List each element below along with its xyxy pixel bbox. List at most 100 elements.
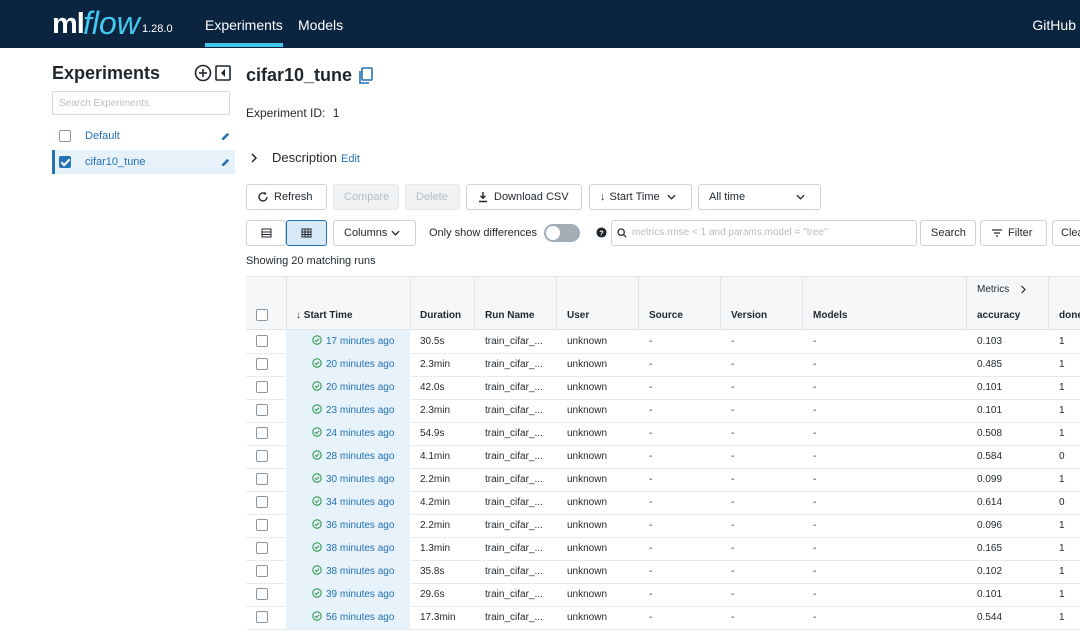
cell-run-name[interactable]: train_cifar_... <box>485 566 543 577</box>
row-checkbox[interactable] <box>256 473 268 485</box>
run-start-time-link[interactable]: 56 minutes ago <box>326 612 394 623</box>
run-start-time-link[interactable]: 30 minutes ago <box>326 474 394 485</box>
pencil-icon[interactable] <box>220 131 231 142</box>
column-divider[interactable] <box>410 277 411 329</box>
column-divider[interactable] <box>720 277 721 329</box>
header-accuracy[interactable]: accuracy <box>977 310 1020 321</box>
cell-run-name[interactable]: train_cifar_... <box>485 497 543 508</box>
sort-select[interactable]: ↓ Start Time <box>589 184 692 210</box>
experiment-checkbox[interactable] <box>59 156 71 168</box>
column-divider[interactable] <box>638 277 639 329</box>
help-icon[interactable]: ? <box>596 227 607 238</box>
search-icon <box>617 228 627 238</box>
row-checkbox[interactable] <box>256 381 268 393</box>
run-start-time-link[interactable]: 38 minutes ago <box>326 566 394 577</box>
table-view-toggle[interactable] <box>286 220 327 246</box>
cell-run-name[interactable]: train_cifar_... <box>485 520 543 531</box>
header-duration[interactable]: Duration <box>420 310 461 321</box>
run-start-time-link[interactable]: 39 minutes ago <box>326 589 394 600</box>
download-icon <box>479 192 487 203</box>
delete-button[interactable]: Delete <box>405 184 460 210</box>
row-checkbox[interactable] <box>256 519 268 531</box>
run-start-time-link[interactable]: 17 minutes ago <box>326 336 394 347</box>
column-divider[interactable] <box>556 277 557 329</box>
header-start-time[interactable]: ↓ Start Time <box>296 310 353 321</box>
cell-run-name[interactable]: train_cifar_... <box>485 612 543 623</box>
time-range-select[interactable]: All time <box>698 184 821 210</box>
row-checkbox[interactable] <box>256 496 268 508</box>
cell-run-name[interactable]: train_cifar_... <box>485 451 543 462</box>
nav-experiments[interactable]: Experiments <box>205 17 283 47</box>
status-success-icon <box>312 565 322 578</box>
clear-button[interactable]: Clea <box>1052 220 1080 246</box>
row-checkbox[interactable] <box>256 335 268 347</box>
cell-run-name[interactable]: train_cifar_... <box>485 405 543 416</box>
sidebar-item-cifar10-tune[interactable]: cifar10_tune <box>52 150 235 174</box>
row-checkbox[interactable] <box>256 565 268 577</box>
run-start-time-link[interactable]: 24 minutes ago <box>326 428 394 439</box>
only-differences-toggle[interactable] <box>544 224 580 242</box>
chevron-right-icon[interactable] <box>1020 285 1027 294</box>
select-all-checkbox[interactable] <box>256 309 268 321</box>
row-checkbox[interactable] <box>256 404 268 416</box>
header-version[interactable]: Version <box>731 310 767 321</box>
header-models[interactable]: Models <box>813 310 847 321</box>
cell-duration: 1.3min <box>420 543 451 554</box>
nav-github[interactable]: GitHub <box>1032 17 1076 33</box>
cell-user: unknown <box>567 382 608 393</box>
run-start-time-link[interactable]: 34 minutes ago <box>326 497 394 508</box>
row-checkbox[interactable] <box>256 427 268 439</box>
run-start-time-link[interactable]: 38 minutes ago <box>326 543 394 554</box>
pencil-icon[interactable] <box>220 157 231 168</box>
cell-run-name[interactable]: train_cifar_... <box>485 428 543 439</box>
header-user[interactable]: User <box>567 310 589 321</box>
list-view-toggle[interactable] <box>246 220 286 246</box>
run-start-time-link[interactable]: 36 minutes ago <box>326 520 394 531</box>
cell-run-name[interactable]: train_cifar_... <box>485 589 543 600</box>
chevron-right-icon[interactable] <box>250 153 258 163</box>
filter-label: Filter <box>1008 227 1033 239</box>
column-divider[interactable] <box>474 277 475 329</box>
run-start-time-link[interactable]: 20 minutes ago <box>326 359 394 370</box>
row-checkbox[interactable] <box>256 611 268 623</box>
run-start-time-link[interactable]: 28 minutes ago <box>326 451 394 462</box>
columns-select[interactable]: Columns <box>333 220 416 246</box>
header-done[interactable]: done <box>1059 310 1080 321</box>
nav-models[interactable]: Models <box>298 17 343 33</box>
metrics-group-label[interactable]: Metrics <box>977 284 1009 295</box>
row-checkbox[interactable] <box>256 588 268 600</box>
add-experiment-icon[interactable] <box>194 64 212 82</box>
row-checkbox[interactable] <box>256 542 268 554</box>
search-experiments-input[interactable]: Search Experiments <box>52 91 230 115</box>
header-source[interactable]: Source <box>649 310 683 321</box>
status-success-icon <box>312 381 322 394</box>
column-divider[interactable] <box>286 277 287 329</box>
column-divider[interactable] <box>1048 277 1049 329</box>
sidebar-item-default[interactable]: Default <box>52 125 232 149</box>
cell-done: 1 <box>1059 566 1065 577</box>
runs-search-input[interactable]: metrics.rmse < 1 and params.model = "tre… <box>611 220 917 246</box>
experiment-checkbox[interactable] <box>59 130 71 142</box>
copy-icon[interactable] <box>358 67 374 85</box>
row-checkbox[interactable] <box>256 450 268 462</box>
cell-run-name[interactable]: train_cifar_... <box>485 474 543 485</box>
header-run-name[interactable]: Run Name <box>485 310 534 321</box>
compare-button[interactable]: Compare <box>333 184 399 210</box>
collapse-sidebar-icon[interactable] <box>214 64 232 82</box>
refresh-button[interactable]: Refresh <box>246 184 327 210</box>
search-button[interactable]: Search <box>920 220 976 246</box>
row-checkbox[interactable] <box>256 358 268 370</box>
edit-description-link[interactable]: Edit <box>341 153 360 165</box>
column-divider[interactable] <box>966 277 967 329</box>
cell-run-name[interactable]: train_cifar_... <box>485 543 543 554</box>
cell-models: - <box>813 589 817 600</box>
cell-run-name[interactable]: train_cifar_... <box>485 359 543 370</box>
column-divider[interactable] <box>802 277 803 329</box>
filter-button[interactable]: Filter <box>980 220 1047 246</box>
cell-run-name[interactable]: train_cifar_... <box>485 382 543 393</box>
download-csv-button[interactable]: Download CSV <box>466 184 582 210</box>
cell-run-name[interactable]: train_cifar_... <box>485 336 543 347</box>
run-start-time-link[interactable]: 20 minutes ago <box>326 382 394 393</box>
cell-version: - <box>731 336 735 347</box>
run-start-time-link[interactable]: 23 minutes ago <box>326 405 394 416</box>
